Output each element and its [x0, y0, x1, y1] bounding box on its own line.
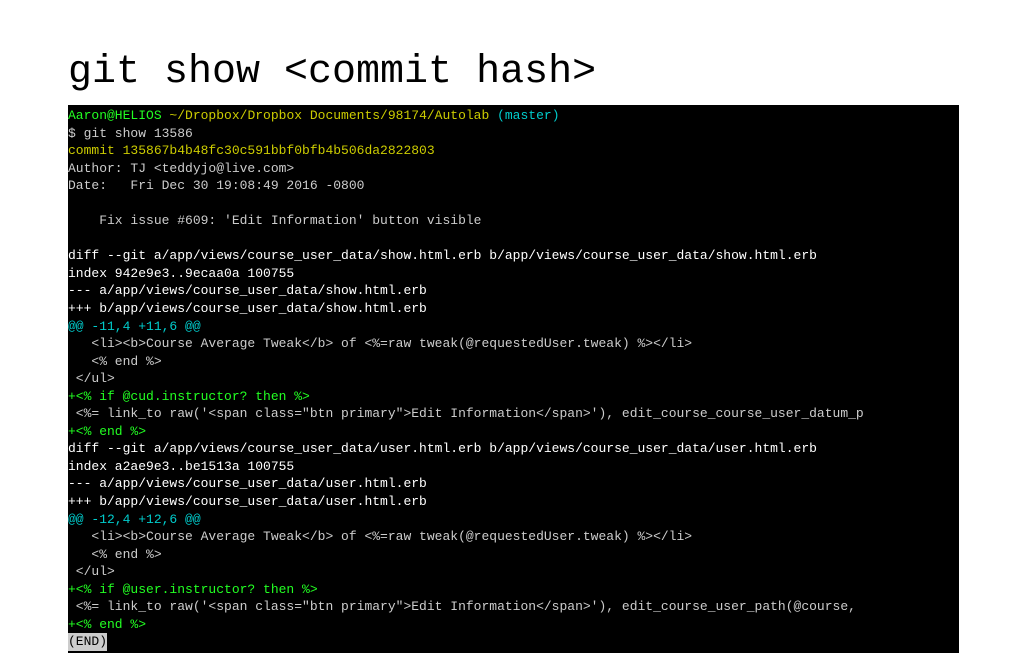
prompt-branch: (master)	[489, 108, 559, 123]
commit-date: Date: Fri Dec 30 19:08:49 2016 -0800	[68, 178, 364, 193]
diff2-hunk: @@ -12,4 +12,6 @@	[68, 512, 201, 527]
diff1-hunk: @@ -11,4 +11,6 @@	[68, 319, 201, 334]
commit-message: Fix issue #609: 'Edit Information' butto…	[68, 213, 481, 228]
diff1-index: index 942e9e3..9ecaa0a 100755	[68, 266, 294, 281]
terminal-output: Aaron@HELIOS ~/Dropbox/Dropbox Documents…	[68, 105, 959, 653]
diff2-context-line: </ul>	[68, 564, 115, 579]
prompt-path: ~/Dropbox/Dropbox Documents/98174/Autola…	[162, 108, 490, 123]
prompt-user: Aaron@HELIOS	[68, 108, 162, 123]
diff1-file-minus: --- a/app/views/course_user_data/show.ht…	[68, 283, 427, 298]
diff1-context-line: <% end %>	[68, 354, 162, 369]
commit-author: Author: TJ <teddyjo@live.com>	[68, 161, 294, 176]
diff2-added-line: +<% if @user.instructor? then %>	[68, 582, 318, 597]
diff1-added-line: +<% if @cud.instructor? then %>	[68, 389, 310, 404]
diff2-context-line: <% end %>	[68, 547, 162, 562]
diff1-context-line: </ul>	[68, 371, 115, 386]
diff1-header: diff --git a/app/views/course_user_data/…	[68, 248, 817, 263]
diff2-file-minus: --- a/app/views/course_user_data/user.ht…	[68, 476, 427, 491]
diff1-context-line: <%= link_to raw('<span class="btn primar…	[68, 406, 864, 421]
diff1-file-plus: +++ b/app/views/course_user_data/show.ht…	[68, 301, 427, 316]
diff2-file-plus: +++ b/app/views/course_user_data/user.ht…	[68, 494, 427, 509]
diff2-header: diff --git a/app/views/course_user_data/…	[68, 441, 817, 456]
diff2-context-line: <li><b>Course Average Tweak</b> of <%=ra…	[68, 529, 692, 544]
command-line: $ git show 13586	[68, 126, 193, 141]
diff2-context-line: <%= link_to raw('<span class="btn primar…	[68, 599, 856, 614]
diff2-index: index a2ae9e3..be1513a 100755	[68, 459, 294, 474]
diff1-added-line: +<% end %>	[68, 424, 146, 439]
slide-title: git show <commit hash>	[68, 50, 956, 95]
commit-hash: commit 135867b4b48fc30c591bbf0bfb4b506da…	[68, 143, 435, 158]
diff1-context-line: <li><b>Course Average Tweak</b> of <%=ra…	[68, 336, 692, 351]
pager-end-indicator: (END)	[68, 633, 107, 651]
diff2-added-line: +<% end %>	[68, 617, 146, 632]
